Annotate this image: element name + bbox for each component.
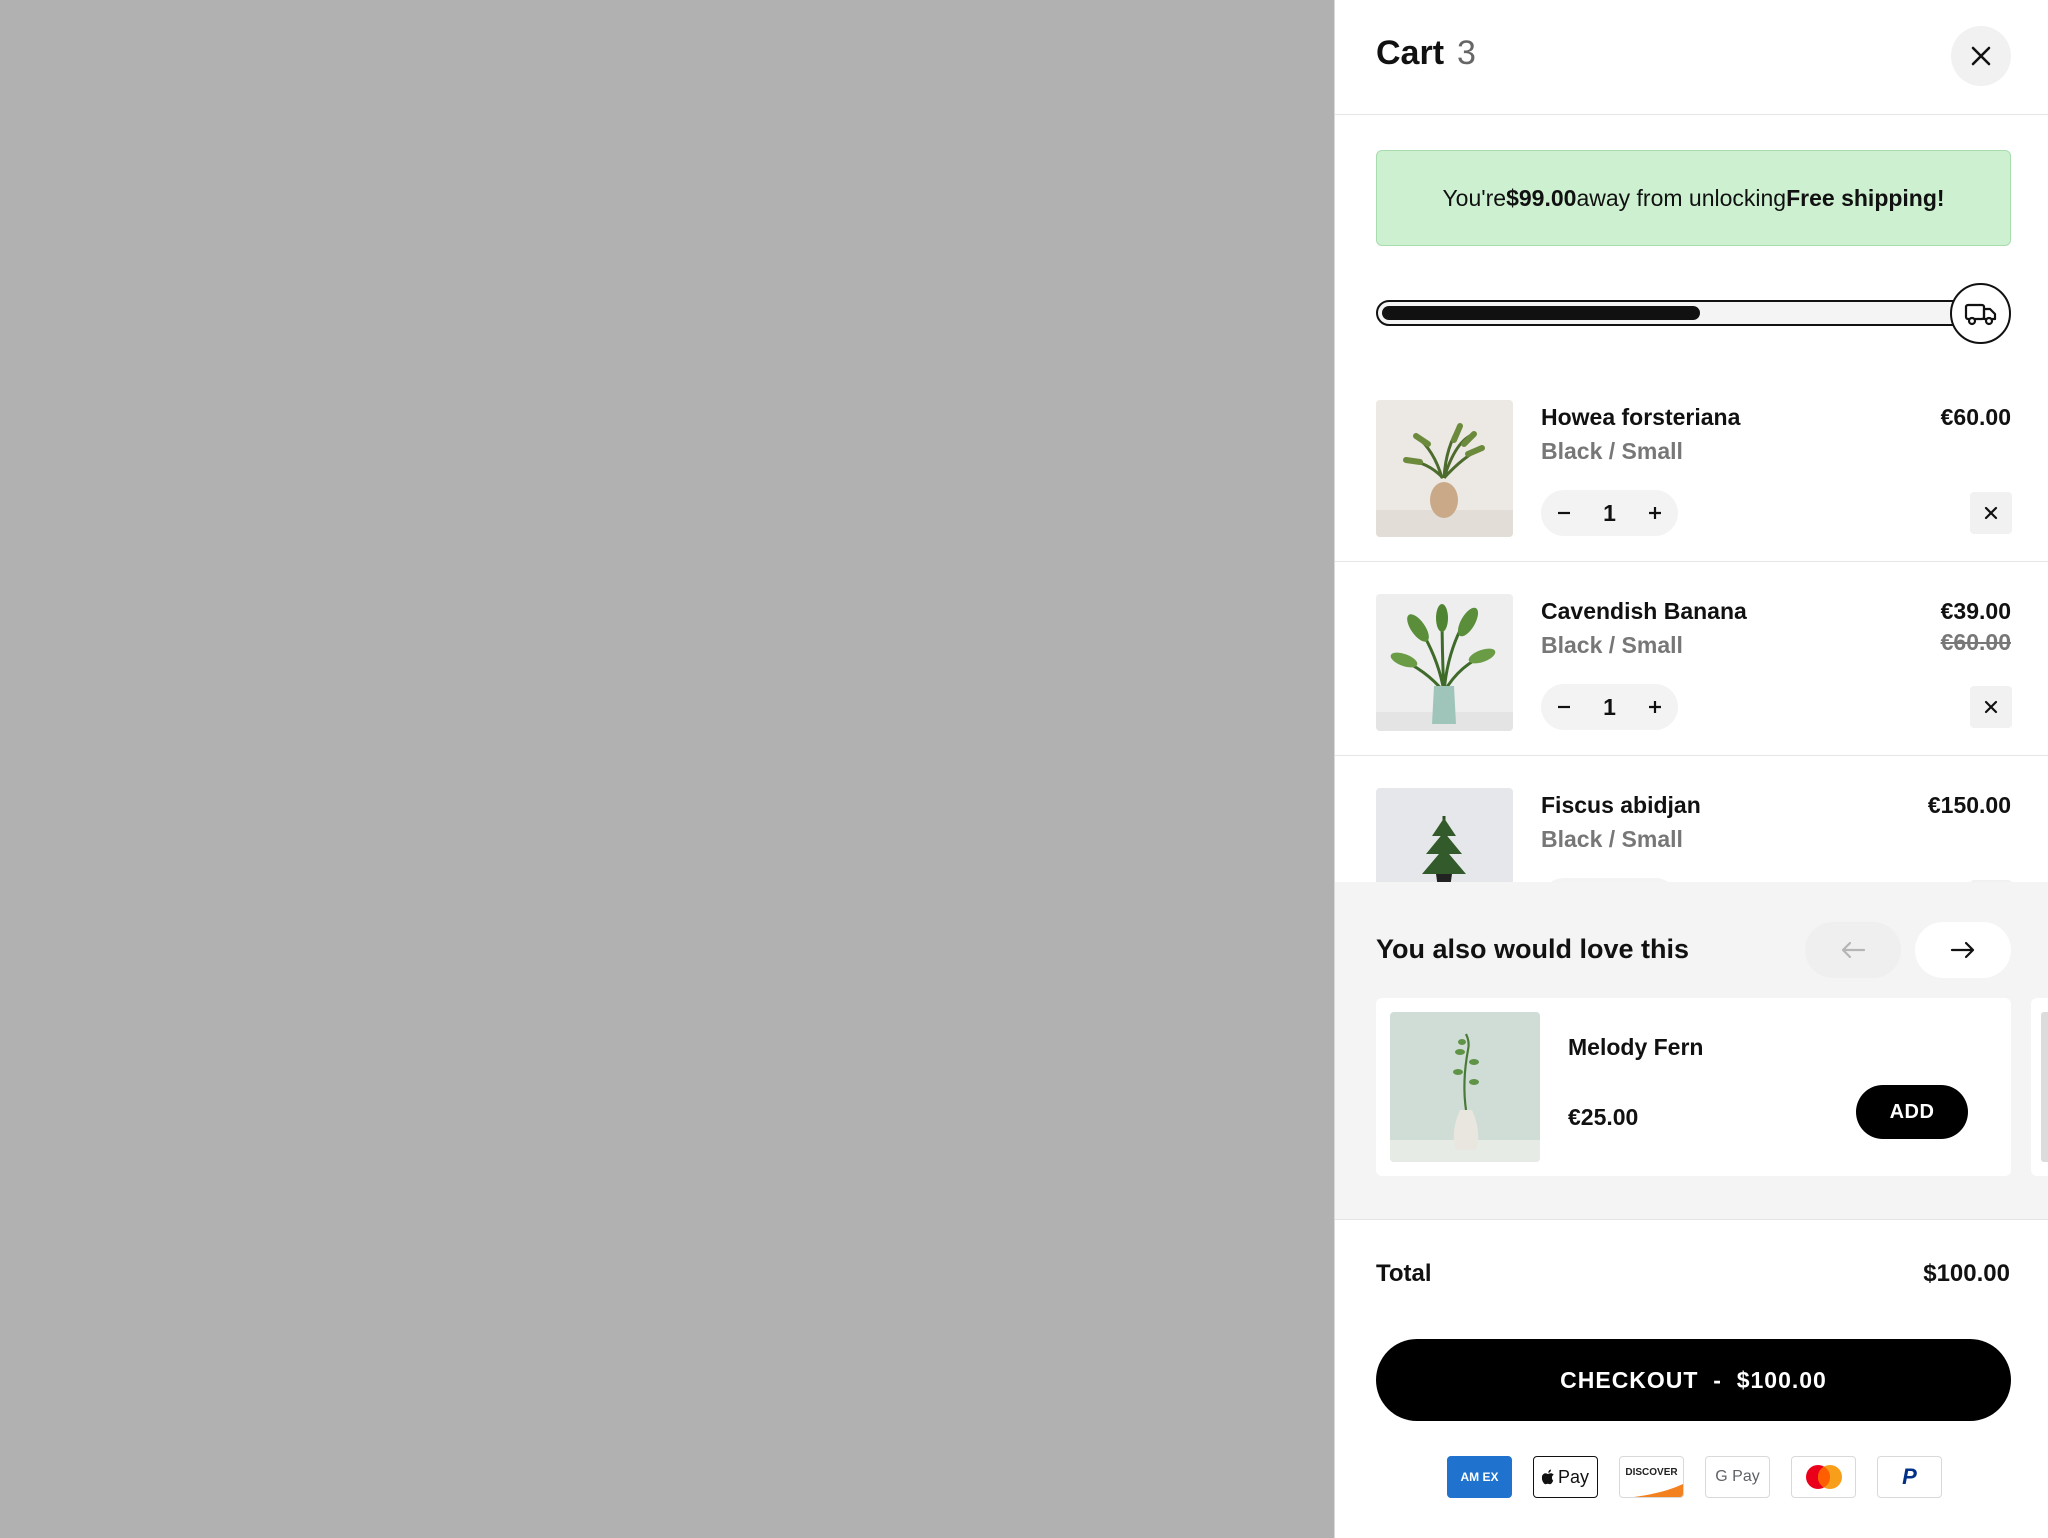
item-price: €60.00 [1940,404,2011,430]
close-button[interactable] [1951,26,2011,86]
decrease-quantity-button[interactable] [1541,684,1587,730]
recommended-product-price: €25.00 [1568,1104,1639,1130]
total-label: Total [1376,1260,1432,1287]
google-pay-icon: G Pay [1705,1456,1770,1498]
item-variant: Black / Small [1541,826,1683,852]
minus-icon [1558,511,1570,515]
item-name[interactable]: Cavendish Banana [1541,598,1747,625]
free-shipping-banner: You're $99.00 away from unlocking Free s… [1376,150,2011,246]
next-recommended-card[interactable] [2031,998,2048,1176]
item-name[interactable]: Fiscus abidjan [1541,792,1701,819]
arrow-right-icon [1950,941,1975,959]
recommended-product-card: Melody Fern €25.00 ADD [1376,998,2011,1176]
shipping-amount: $99.00 [1506,184,1577,211]
remove-item-button[interactable] [1970,492,2012,534]
cart-item: Howea forsteriana Black / Small €60.00 1 [1335,368,2048,562]
paypal-icon: P [1877,1456,1942,1498]
remove-item-button[interactable] [1970,686,2012,728]
payment-methods: AM EX Pay DISCOVER G Pay P [1447,1456,1947,1498]
apple-pay-icon: Pay [1533,1456,1598,1498]
increase-quantity-button[interactable] [1632,684,1678,730]
plus-icon [1649,701,1661,713]
shipping-highlight: Free shipping! [1786,184,1945,211]
quantity-value[interactable]: 1 [1587,500,1632,527]
quantity-stepper: 1 [1541,684,1678,730]
increase-quantity-button[interactable] [1632,490,1678,536]
cart-drawer: Cart 3 You're $99.00 away from unlocking… [1334,0,2048,1538]
close-icon [1984,506,1998,520]
decrease-quantity-button[interactable] [1541,490,1587,536]
close-icon [1984,700,1998,714]
shipping-prefix: You're [1442,184,1507,211]
shipping-middle: away from unlocking [1576,184,1787,211]
discover-icon: DISCOVER [1619,1456,1684,1498]
minus-icon [1558,705,1570,709]
cart-item: Fiscus abidjan Black / Small €150.00 1 [1335,756,2048,882]
checkout-button[interactable]: CHECKOUT - $100.00 [1376,1339,2011,1421]
cart-item: Cavendish Banana Black / Small €39.00 €6… [1335,562,2048,756]
item-name[interactable]: Howea forsteriana [1541,404,1740,431]
item-price: €150.00 [1927,792,2011,818]
recommendations-section: You also would love this Melody Fern €25… [1335,882,2048,1220]
amex-icon: AM EX [1447,1456,1512,1498]
carousel-prev-button[interactable] [1805,922,1901,978]
cart-header: Cart 3 [1335,0,2048,115]
add-to-cart-button[interactable]: ADD [1856,1085,1968,1139]
product-image[interactable] [1390,1012,1540,1162]
total-value: $100.00 [1923,1260,2010,1287]
shipping-progress-fill [1382,306,1700,320]
recommended-product-name[interactable]: Melody Fern [1568,1034,1703,1061]
item-variant: Black / Small [1541,632,1683,658]
truck-icon [1964,303,1996,325]
product-image[interactable] [1376,788,1513,882]
cart-count: 3 [1457,34,1476,72]
quantity-stepper: 1 [1541,490,1678,536]
plus-icon [1649,507,1661,519]
shipping-progress-bar [1376,300,1966,326]
product-image[interactable] [1376,400,1513,537]
item-compare-price: €60.00 [1940,629,2011,655]
arrow-left-icon [1841,941,1866,959]
product-image[interactable] [1376,594,1513,731]
recommendations-title: You also would love this [1376,934,1690,964]
quantity-value[interactable]: 1 [1587,694,1632,721]
carousel-next-button[interactable] [1915,922,2011,978]
mastercard-icon [1791,1456,1856,1498]
cart-items-list[interactable]: Howea forsteriana Black / Small €60.00 1 [1335,368,2048,882]
page-overlay[interactable] [0,0,1334,1538]
item-price: €39.00 [1940,598,2011,624]
cart-title: Cart [1376,34,1445,72]
item-variant: Black / Small [1541,438,1683,464]
close-icon [1971,46,1991,66]
shipping-goal-badge [1950,283,2011,344]
